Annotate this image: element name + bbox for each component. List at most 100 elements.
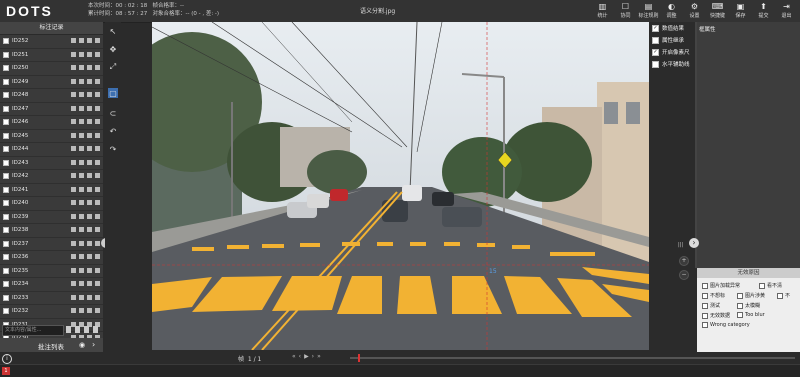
- lock-icon[interactable]: [79, 146, 84, 151]
- frame-position-marker[interactable]: [358, 354, 360, 362]
- folder-icon[interactable]: [84, 326, 89, 333]
- invalid-reason-item[interactable]: 测试: [702, 302, 720, 309]
- lock-icon[interactable]: [79, 105, 84, 111]
- polygon-tool-icon[interactable]: ▢: [108, 88, 118, 98]
- collapse-right-button[interactable]: ›: [689, 238, 699, 248]
- record-checkbox[interactable]: [3, 186, 9, 193]
- copy-icon[interactable]: [87, 159, 92, 165]
- delete-icon[interactable]: [95, 105, 100, 111]
- record-checkbox[interactable]: [3, 267, 9, 274]
- record-row[interactable]: ID233: [0, 292, 103, 305]
- lock-icon[interactable]: [79, 78, 84, 84]
- zoom-out-icon[interactable]: −: [679, 270, 689, 280]
- edit-icon[interactable]: [71, 78, 76, 84]
- delete-icon[interactable]: [95, 281, 100, 286]
- copy-icon[interactable]: [87, 213, 92, 219]
- copy-icon[interactable]: [87, 254, 92, 259]
- invalid-reason-item[interactable]: Too blur: [737, 312, 765, 318]
- zoom-in-icon[interactable]: +: [679, 256, 689, 266]
- edit-icon[interactable]: [71, 240, 76, 246]
- invalid-reason-item[interactable]: 太模糊: [737, 302, 760, 309]
- record-row[interactable]: ID251: [0, 49, 103, 62]
- submit-button[interactable]: ⬆ 提交: [752, 1, 775, 21]
- checkbox[interactable]: [737, 312, 743, 318]
- lock-icon[interactable]: [79, 38, 84, 43]
- edit-icon[interactable]: [71, 159, 76, 165]
- lock-icon[interactable]: [79, 213, 84, 219]
- edit-icon[interactable]: [71, 146, 76, 151]
- lock-icon[interactable]: [79, 281, 84, 286]
- checkbox[interactable]: [652, 36, 659, 44]
- checkbox[interactable]: [702, 312, 708, 319]
- checkbox[interactable]: ✓: [652, 24, 659, 32]
- record-row[interactable]: ID234: [0, 278, 103, 292]
- record-row[interactable]: ID239: [0, 211, 103, 224]
- eye-icon[interactable]: ◉: [79, 341, 85, 349]
- image-canvas[interactable]: 15: [152, 22, 649, 350]
- undo-icon[interactable]: ↶: [108, 126, 118, 136]
- copy-icon[interactable]: [87, 308, 92, 313]
- record-row[interactable]: ID232: [0, 305, 103, 319]
- invalid-reason-item[interactable]: 无效数据: [702, 312, 730, 319]
- delete-icon[interactable]: [95, 146, 100, 151]
- record-checkbox[interactable]: [3, 132, 9, 139]
- record-checkbox[interactable]: [3, 159, 9, 166]
- copy-icon[interactable]: [87, 119, 92, 124]
- record-row[interactable]: ID247: [0, 103, 103, 116]
- record-checkbox[interactable]: [3, 78, 9, 85]
- option-pixel-ruler[interactable]: ✓ 开启像素尺: [652, 46, 696, 58]
- record-row[interactable]: ID238: [0, 224, 103, 238]
- delete-icon[interactable]: [95, 38, 100, 43]
- search-icon[interactable]: [66, 326, 71, 333]
- delete-icon[interactable]: [95, 240, 100, 246]
- delete-icon[interactable]: [95, 267, 100, 273]
- edit-icon[interactable]: [71, 65, 76, 70]
- thumbnail-marker[interactable]: 1: [2, 367, 10, 375]
- search-input[interactable]: 文本内容/属性...: [2, 325, 64, 336]
- record-checkbox[interactable]: [3, 254, 9, 261]
- copy-icon[interactable]: [87, 186, 92, 192]
- invalid-reason-item[interactable]: 不想标: [702, 292, 725, 299]
- edit-icon[interactable]: [71, 132, 76, 138]
- lock-icon[interactable]: [79, 308, 84, 313]
- checkbox[interactable]: [702, 282, 708, 289]
- lock-icon[interactable]: [79, 132, 84, 138]
- record-checkbox[interactable]: [3, 308, 9, 315]
- lock-icon[interactable]: [79, 159, 84, 165]
- invalid-reason-item[interactable]: 图片涉黄: [737, 292, 765, 299]
- copy-icon[interactable]: [87, 281, 92, 286]
- checkbox[interactable]: [759, 282, 765, 289]
- lock-icon[interactable]: [79, 119, 84, 124]
- delete-icon[interactable]: [95, 200, 100, 205]
- record-row[interactable]: ID248: [0, 89, 103, 103]
- copy-icon[interactable]: [87, 78, 92, 84]
- edit-icon[interactable]: [71, 119, 76, 124]
- record-checkbox[interactable]: [3, 51, 9, 58]
- edit-icon[interactable]: [71, 213, 76, 219]
- fit-icon[interactable]: ⤢: [108, 62, 118, 72]
- exit-button[interactable]: ⇥ 退出: [775, 1, 798, 21]
- lock-icon[interactable]: [79, 173, 84, 178]
- record-row[interactable]: ID249: [0, 76, 103, 89]
- checkbox[interactable]: [702, 322, 708, 328]
- cursor-icon[interactable]: ↖: [108, 26, 118, 36]
- redo-icon[interactable]: ↷: [108, 144, 118, 154]
- record-checkbox[interactable]: [3, 65, 9, 72]
- record-row[interactable]: ID245: [0, 130, 103, 143]
- delete-icon[interactable]: [95, 119, 100, 124]
- delete-icon[interactable]: [95, 92, 100, 97]
- record-row[interactable]: ID235: [0, 265, 103, 278]
- rules-button[interactable]: ▤ 标注规则: [637, 1, 660, 21]
- edit-icon[interactable]: [71, 227, 76, 232]
- record-checkbox[interactable]: [3, 92, 9, 99]
- stats-button[interactable]: ▥ 统计: [591, 1, 614, 21]
- lock-icon[interactable]: [79, 294, 84, 300]
- record-checkbox[interactable]: [3, 105, 9, 112]
- record-checkbox[interactable]: [3, 146, 9, 153]
- edit-icon[interactable]: [71, 254, 76, 259]
- record-checkbox[interactable]: [3, 281, 9, 288]
- copy-icon[interactable]: [87, 65, 92, 70]
- checkbox[interactable]: [702, 302, 708, 309]
- collaborate-button[interactable]: ☐ 协同: [614, 1, 637, 21]
- record-checkbox[interactable]: [3, 213, 9, 220]
